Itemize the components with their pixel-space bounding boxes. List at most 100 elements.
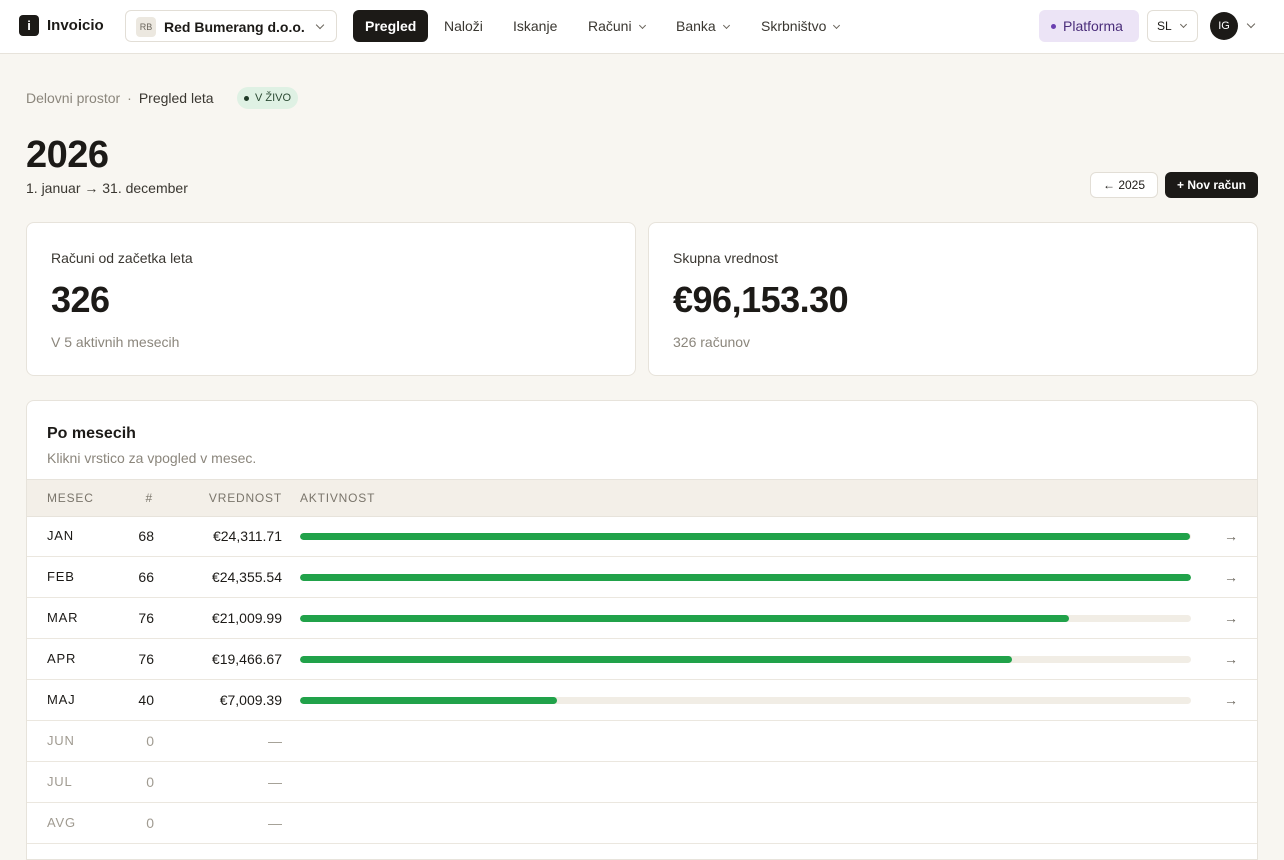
organization-name: Red Bumerang d.o.o.	[164, 19, 305, 35]
table-row[interactable]: FEB 66 €24,355.54 →	[27, 557, 1257, 598]
column-header-activity: AKTIVNOST	[300, 491, 376, 505]
table-row[interactable]: JAN 68 €24,311.71 →	[27, 516, 1257, 557]
previous-year-button[interactable]: ← 2025	[1090, 172, 1158, 198]
nav-label: Skrbništvo	[761, 18, 827, 34]
activity-bar-track	[300, 574, 1191, 581]
table-row: JUL 0 —	[27, 762, 1257, 803]
cell-value: €19,466.67	[211, 651, 282, 667]
stat-value: €96,153.30	[673, 279, 849, 320]
cell-count: 66	[138, 569, 154, 585]
new-invoice-button[interactable]: + Nov račun	[1165, 172, 1258, 198]
language-select[interactable]: SL	[1147, 10, 1198, 42]
table-row[interactable]: APR 76 €19,466.67 →	[27, 639, 1257, 680]
stat-subtext: 326 računov	[673, 334, 751, 350]
platform-label: Platforma	[1063, 18, 1123, 34]
cell-month: APR	[47, 651, 77, 666]
column-header-value: VREDNOST	[208, 491, 282, 505]
cell-month: JAN	[47, 528, 74, 543]
nav-skrbnistvo[interactable]: Skrbništvo	[761, 10, 841, 42]
language-value: SL	[1157, 19, 1172, 33]
cell-month: JUN	[47, 733, 75, 748]
nav-banka[interactable]: Banka	[676, 10, 730, 42]
arrow-right-icon[interactable]: →	[1224, 569, 1238, 585]
activity-bar-track	[300, 615, 1191, 622]
app-logo-icon[interactable]: i	[19, 15, 39, 36]
nav-racuni[interactable]: Računi	[588, 10, 646, 42]
nav-label: Banka	[676, 18, 716, 34]
cell-count: 76	[138, 610, 154, 626]
activity-bar-fill	[300, 533, 1191, 540]
activity-bar-fill	[300, 656, 1012, 663]
nav-label: Računi	[588, 18, 632, 34]
cell-value: €24,311.71	[212, 528, 282, 544]
arrow-right-icon[interactable]: →	[1224, 528, 1238, 544]
cell-count: 68	[138, 528, 154, 544]
nav-label: Pregled	[365, 18, 417, 34]
cell-month: MAR	[47, 610, 79, 625]
cell-value: €21,009.99	[211, 610, 282, 626]
cell-count: 0	[146, 733, 154, 749]
cell-month: FEB	[47, 569, 75, 584]
activity-bar-fill	[300, 574, 1191, 581]
arrow-right-icon[interactable]: →	[1224, 651, 1238, 667]
nav-label: Naloži	[444, 18, 483, 34]
chevron-down-icon	[1179, 20, 1188, 29]
user-avatar[interactable]: IG	[1210, 12, 1238, 40]
breadcrumb: Delovni prostor · Pregled leta	[26, 90, 214, 106]
chevron-down-icon	[638, 21, 646, 30]
chevron-down-icon[interactable]	[1246, 19, 1256, 29]
nav-label: Iskanje	[513, 18, 558, 34]
chevron-down-icon	[833, 21, 841, 30]
top-navigation-bar: i Invoicio RB Red Bumerang d.o.o. Pregle…	[0, 0, 1284, 54]
cell-month: AVG	[47, 815, 76, 830]
breadcrumb-root[interactable]: Delovni prostor	[26, 90, 120, 106]
cell-value: —	[268, 815, 282, 831]
date-range: 1. januar → 31. december	[26, 180, 188, 196]
cell-value: —	[268, 733, 282, 749]
organization-switcher[interactable]: RB Red Bumerang d.o.o.	[125, 10, 337, 42]
activity-bar-track	[300, 656, 1191, 663]
cell-month: JUL	[47, 774, 73, 789]
nav-pregled[interactable]: Pregled	[353, 10, 429, 42]
app-name[interactable]: Invoicio	[47, 17, 104, 34]
breadcrumb-separator: ·	[127, 90, 132, 106]
monthly-table-card: Po mesecih Klikni vrstico za vpogled v m…	[26, 400, 1258, 860]
section-title: Po mesecih	[47, 425, 136, 442]
breadcrumb-current: Pregled leta	[138, 90, 214, 106]
cell-value: €24,355.54	[211, 569, 282, 585]
chevron-down-icon	[722, 21, 730, 30]
platform-button[interactable]: Platforma	[1039, 10, 1139, 42]
activity-bar-fill	[300, 615, 1069, 622]
section-subtitle: Klikni vrstico za vpogled v mesec.	[47, 450, 257, 466]
stat-label: Skupna vrednost	[673, 250, 779, 266]
stat-card-invoices: Računi od začetka leta 326 V 5 aktivnih …	[26, 222, 636, 376]
cell-month: MAJ	[47, 692, 76, 707]
live-status-badge: V ŽIVO	[237, 87, 299, 109]
stat-value: 326	[51, 279, 110, 320]
chevron-down-icon	[315, 20, 325, 30]
table-header: MESEC # VREDNOST AKTIVNOST	[27, 479, 1257, 517]
cell-count: 40	[138, 692, 154, 708]
activity-bar-track	[300, 697, 1191, 704]
cell-count: 76	[138, 651, 154, 667]
arrow-right-icon[interactable]: →	[1224, 610, 1238, 626]
stat-label: Računi od začetka leta	[51, 250, 193, 266]
dot-icon	[1051, 24, 1056, 29]
table-row: AVG 0 —	[27, 803, 1257, 844]
arrow-right-icon[interactable]: →	[1224, 692, 1238, 708]
table-row[interactable]: MAR 76 €21,009.99 →	[27, 598, 1257, 639]
stat-subtext: V 5 aktivnih mesecih	[51, 334, 180, 350]
organization-avatar: RB	[136, 17, 156, 37]
table-row[interactable]: MAJ 40 €7,009.39 →	[27, 680, 1257, 721]
nav-iskanje[interactable]: Iskanje	[513, 10, 557, 42]
activity-bar-track	[300, 533, 1191, 540]
table-row: JUN 0 —	[27, 721, 1257, 762]
cell-count: 0	[146, 815, 154, 831]
column-header-count: #	[145, 491, 153, 505]
column-header-month: MESEC	[47, 491, 94, 505]
stat-card-total-value: Skupna vrednost €96,153.30 326 računov	[648, 222, 1258, 376]
page-title: 2026	[26, 134, 109, 176]
cell-value: —	[268, 774, 282, 790]
nav-nalozi[interactable]: Naloži	[444, 10, 483, 42]
cell-value: €7,009.39	[219, 692, 282, 708]
